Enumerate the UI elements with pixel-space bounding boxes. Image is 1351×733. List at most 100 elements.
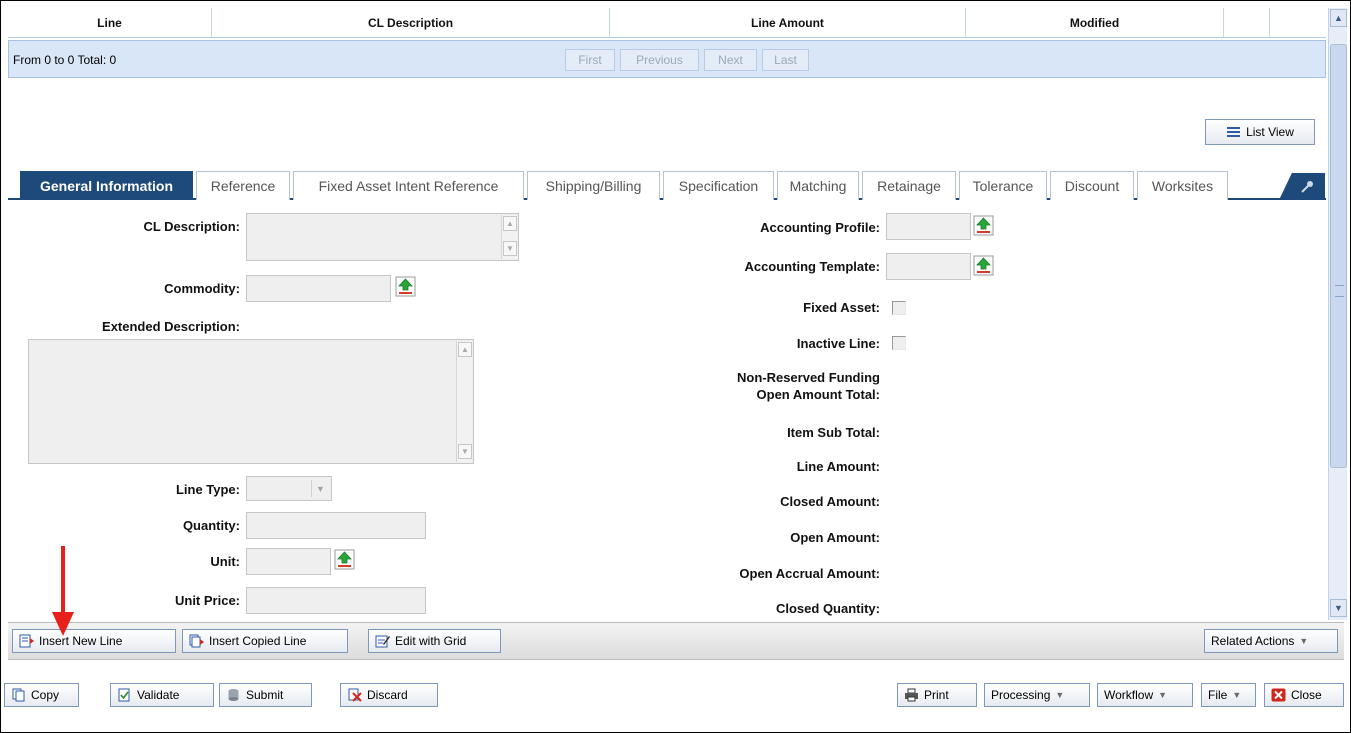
insert-new-line-button[interactable]: Insert New Line [12,629,176,653]
unit-field[interactable] [246,548,331,575]
unit-lookup-icon[interactable] [334,549,355,570]
accounting-profile-lookup-icon[interactable] [973,215,994,236]
discard-label: Discard [367,688,408,702]
cl-description-field[interactable]: ▲ ▼ [246,213,519,261]
accounting-template-label: Accounting Template: [744,259,880,274]
scroll-up-icon[interactable]: ▲ [1330,9,1347,27]
commodity-label: Commodity: [164,281,240,296]
fixed-asset-checkbox[interactable] [892,301,906,315]
tab-general-information[interactable]: General Information [20,171,193,200]
item-sub-total-label: Item Sub Total: [787,425,880,440]
list-view-button[interactable]: List View [1205,119,1315,145]
tab-reference[interactable]: Reference [196,171,290,200]
insert-line-icon [19,634,34,648]
print-button[interactable]: Print [897,683,977,707]
column-header-modified[interactable]: Modified [966,8,1224,37]
discard-icon [348,688,362,702]
annotation-arrow-icon [52,546,74,636]
open-amount-total-label: Open Amount Total: [756,387,880,402]
inactive-line-checkbox[interactable] [892,336,906,350]
tab-shipping-billing[interactable]: Shipping/Billing [527,171,660,200]
fixed-asset-label: Fixed Asset: [803,300,880,315]
column-header-line-amount[interactable]: Line Amount [610,8,966,37]
scroll-down-icon[interactable]: ▼ [503,241,517,256]
pager-next-button[interactable]: Next [704,49,757,71]
processing-menu[interactable]: Processing ▼ [984,683,1090,707]
file-menu[interactable]: File ▼ [1201,683,1256,707]
open-accrual-amount-label: Open Accrual Amount: [739,566,880,581]
quantity-field[interactable] [246,512,426,539]
scroll-down-icon[interactable]: ▼ [1330,599,1347,617]
submit-label: Submit [246,688,284,702]
printer-icon [905,688,918,702]
pager-info: From 0 to 0 Total: 0 [13,53,117,67]
accounting-profile-field[interactable] [886,213,971,240]
commodity-field[interactable] [246,275,391,302]
processing-label: Processing [991,688,1051,702]
tab-tolerance[interactable]: Tolerance [959,171,1047,200]
closed-amount-label: Closed Amount: [780,494,880,509]
cl-description-label: CL Description: [143,219,240,234]
inactive-line-label: Inactive Line: [796,336,880,351]
non-reserved-funding-label: Non-Reserved Funding [736,370,880,385]
tab-retainage[interactable]: Retainage [862,171,956,200]
extended-description-scroll[interactable]: ▲ ▼ [456,341,472,462]
tab-specification[interactable]: Specification [663,171,774,200]
line-amount-label: Line Amount: [796,459,880,474]
insert-copied-line-button[interactable]: Insert Copied Line [182,629,348,653]
pager-last-button[interactable]: Last [762,49,809,71]
scroll-thumb[interactable] [1330,44,1347,468]
accounting-profile-label: Accounting Profile: [760,220,880,235]
vertical-scrollbar[interactable]: ▲ ▼ [1328,8,1347,620]
commodity-lookup-icon[interactable] [395,276,416,297]
list-view-label: List View [1246,125,1294,139]
close-button[interactable]: Close [1264,683,1344,707]
tab-discount[interactable]: Discount [1050,171,1134,200]
column-header-line[interactable]: Line [8,8,212,37]
related-actions-button[interactable]: Related Actions ▼ [1204,629,1338,653]
column-header-cl-description[interactable]: CL Description [212,8,610,37]
insert-copied-line-icon [189,634,204,648]
workflow-menu[interactable]: Workflow ▼ [1097,683,1193,707]
cl-description-scroll[interactable]: ▲ ▼ [501,215,517,259]
column-header-blank-2 [1270,8,1326,37]
close-icon [1271,688,1286,702]
chevron-down-icon: ▼ [1232,690,1242,700]
unit-price-field[interactable] [246,587,426,614]
scroll-up-icon[interactable]: ▲ [503,216,517,231]
open-amount-label: Open Amount: [790,530,880,545]
tab-worksites[interactable]: Worksites [1137,171,1228,200]
chevron-down-icon: ▼ [1055,690,1065,700]
extended-description-label: Extended Description: [102,319,240,334]
pager-first-button[interactable]: First [565,49,615,71]
copy-label: Copy [31,688,60,702]
submit-button[interactable]: Submit [219,683,312,707]
chevron-down-icon[interactable]: ▼ [311,480,329,497]
copy-button[interactable]: Copy [4,683,79,707]
list-icon [1227,127,1241,137]
pager-previous-button[interactable]: Previous [620,49,699,71]
discard-button[interactable]: Discard [340,683,438,707]
tab-settings-button[interactable] [1279,173,1325,200]
validate-button[interactable]: Validate [110,683,214,707]
scroll-up-icon[interactable]: ▲ [458,342,472,357]
accounting-template-lookup-icon[interactable] [973,255,994,276]
tab-fixed-asset-intent-reference[interactable]: Fixed Asset Intent Reference [293,171,524,200]
closed-quantity-label: Closed Quantity: [775,601,880,616]
edit-with-grid-button[interactable]: Edit with Grid [368,629,501,653]
footer-toolbar: Copy Validate Submit Discard Print Proce… [0,670,1351,720]
chevron-down-icon: ▼ [1158,690,1168,700]
tab-matching[interactable]: Matching [777,171,859,200]
database-icon [228,689,239,701]
line-type-select[interactable]: ▼ [246,476,332,501]
scroll-down-icon[interactable]: ▼ [458,444,472,459]
unit-price-label: Unit Price: [174,593,240,608]
scroll-grip-icon [1335,285,1344,297]
related-actions-label: Related Actions [1211,634,1295,648]
column-header-blank-1 [1224,8,1270,37]
extended-description-field[interactable]: ▲ ▼ [28,339,474,464]
file-label: File [1208,688,1228,702]
accounting-template-field[interactable] [886,253,971,280]
line-type-label: Line Type: [175,482,240,497]
edit-grid-icon [375,635,390,648]
